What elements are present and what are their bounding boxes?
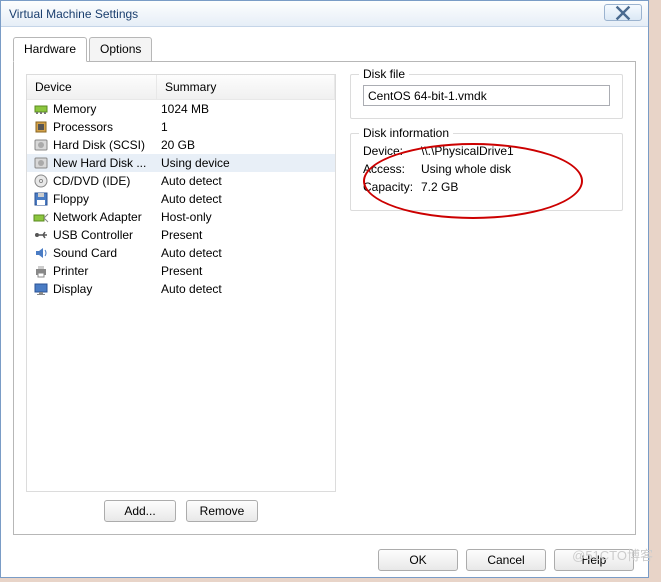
device-row-net[interactable]: Network AdapterHost-only <box>27 208 335 226</box>
device-row-usb[interactable]: USB ControllerPresent <box>27 226 335 244</box>
ok-button[interactable]: OK <box>378 549 458 571</box>
titlebar: Virtual Machine Settings <box>1 1 648 27</box>
header-device[interactable]: Device <box>27 75 157 99</box>
capacity-value: 7.2 GB <box>421 180 458 194</box>
device-summary: 20 GB <box>157 138 335 152</box>
settings-window: Virtual Machine Settings Hardware Option… <box>0 0 649 578</box>
cpu-icon <box>33 119 49 135</box>
usb-icon <box>33 227 49 243</box>
device-row-cd[interactable]: CD/DVD (IDE)Auto detect <box>27 172 335 190</box>
device-name: Memory <box>53 102 157 116</box>
hardware-panel: Device Summary Memory1024 MBProcessors1H… <box>13 61 636 535</box>
printer-icon <box>33 263 49 279</box>
device-summary: Present <box>157 228 335 242</box>
device-label: Device: <box>363 144 421 158</box>
device-name: Hard Disk (SCSI) <box>53 138 157 152</box>
device-row-cpu[interactable]: Processors1 <box>27 118 335 136</box>
device-name: Floppy <box>53 192 157 206</box>
window-title: Virtual Machine Settings <box>9 7 138 21</box>
device-summary: Auto detect <box>157 282 335 296</box>
capacity-label: Capacity: <box>363 180 421 194</box>
left-pane: Device Summary Memory1024 MBProcessors1H… <box>26 74 336 522</box>
disk-info-title: Disk information <box>359 126 453 140</box>
device-summary: Present <box>157 264 335 278</box>
sound-icon <box>33 245 49 261</box>
remove-button[interactable]: Remove <box>186 500 258 522</box>
device-summary: 1 <box>157 120 335 134</box>
floppy-icon <box>33 191 49 207</box>
cd-icon <box>33 173 49 189</box>
tabs: Hardware Options <box>13 37 636 62</box>
disk-info-group: Disk information Device:\\.\PhysicalDriv… <box>350 133 623 211</box>
device-name: Display <box>53 282 157 296</box>
device-row-printer[interactable]: PrinterPresent <box>27 262 335 280</box>
content-area: Hardware Options Device Summary Memory10… <box>1 27 648 535</box>
device-name: Processors <box>53 120 157 134</box>
device-row-memory[interactable]: Memory1024 MB <box>27 100 335 118</box>
device-name: Network Adapter <box>53 210 157 224</box>
hdd-icon <box>33 155 49 171</box>
display-icon <box>33 281 49 297</box>
device-name: Sound Card <box>53 246 157 260</box>
device-summary: Auto detect <box>157 192 335 206</box>
access-label: Access: <box>363 162 421 176</box>
device-row-display[interactable]: DisplayAuto detect <box>27 280 335 298</box>
device-summary: Host-only <box>157 210 335 224</box>
device-summary: Auto detect <box>157 174 335 188</box>
device-name: Printer <box>53 264 157 278</box>
device-name: USB Controller <box>53 228 157 242</box>
net-icon <box>33 209 49 225</box>
tab-options[interactable]: Options <box>89 37 152 62</box>
cancel-button[interactable]: Cancel <box>466 549 546 571</box>
close-icon <box>615 5 631 21</box>
access-value: Using whole disk <box>421 162 511 176</box>
memory-icon <box>33 101 49 117</box>
device-row-hdd[interactable]: New Hard Disk ...Using device <box>27 154 335 172</box>
device-row-sound[interactable]: Sound CardAuto detect <box>27 244 335 262</box>
add-button[interactable]: Add... <box>104 500 176 522</box>
device-name: CD/DVD (IDE) <box>53 174 157 188</box>
device-summary: Auto detect <box>157 246 335 260</box>
device-row-floppy[interactable]: FloppyAuto detect <box>27 190 335 208</box>
help-button[interactable]: Help <box>554 549 634 571</box>
header-summary[interactable]: Summary <box>157 75 335 99</box>
list-header: Device Summary <box>27 75 335 100</box>
hdd-icon <box>33 137 49 153</box>
device-row-hdd[interactable]: Hard Disk (SCSI)20 GB <box>27 136 335 154</box>
close-button[interactable] <box>604 4 642 21</box>
device-list[interactable]: Device Summary Memory1024 MBProcessors1H… <box>26 74 336 492</box>
dialog-buttons: OK Cancel Help <box>378 549 634 571</box>
tab-hardware[interactable]: Hardware <box>13 37 87 62</box>
list-buttons: Add... Remove <box>26 500 336 522</box>
device-name: New Hard Disk ... <box>53 156 157 170</box>
right-pane: Disk file Disk information Device:\\.\Ph… <box>350 74 623 522</box>
device-value: \\.\PhysicalDrive1 <box>421 144 514 158</box>
device-summary: Using device <box>157 156 335 170</box>
disk-file-group: Disk file <box>350 74 623 119</box>
disk-file-input[interactable] <box>363 85 610 106</box>
disk-file-title: Disk file <box>359 67 409 81</box>
device-summary: 1024 MB <box>157 102 335 116</box>
